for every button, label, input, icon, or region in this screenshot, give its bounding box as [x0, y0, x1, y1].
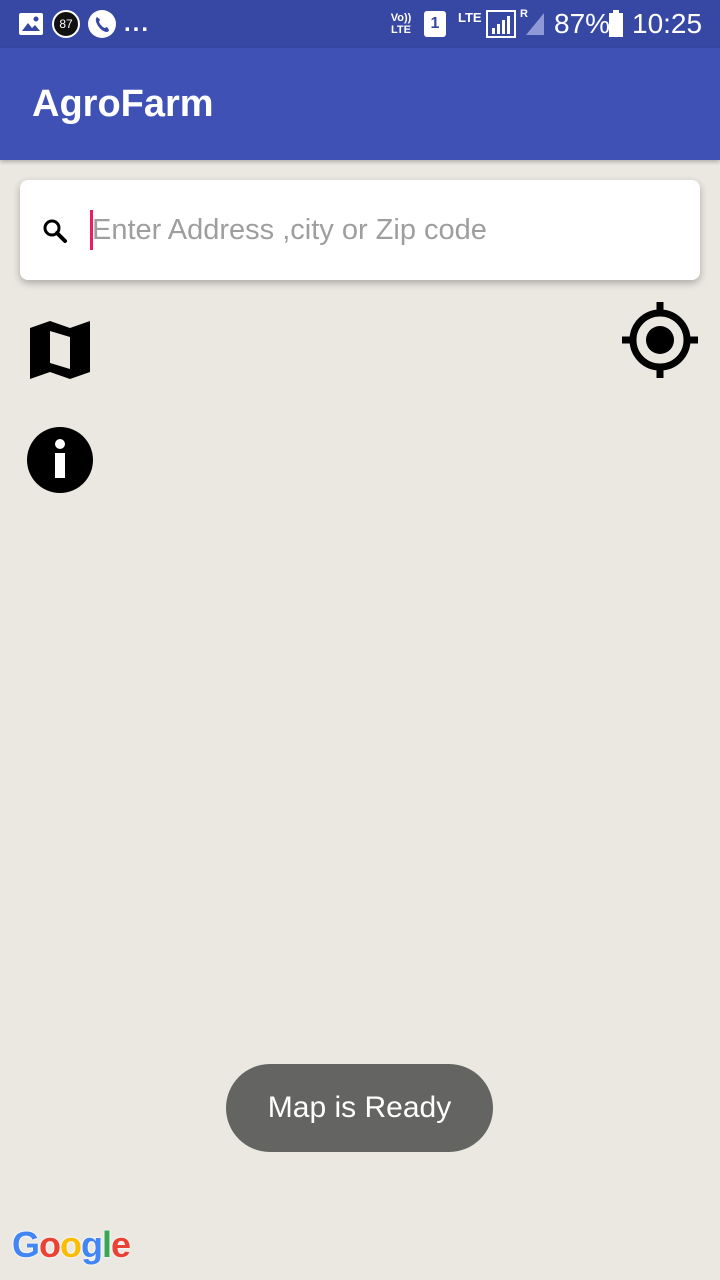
- google-letter: g: [81, 1224, 103, 1265]
- google-letter: l: [102, 1224, 112, 1265]
- google-letter: e: [111, 1224, 131, 1265]
- google-letter: o: [60, 1224, 82, 1265]
- status-bar: 87 ... Vo)) LTE 1 LTE R 87% 10:25: [0, 0, 720, 48]
- app-bar: AgroFarm: [0, 48, 720, 160]
- search-input[interactable]: [92, 206, 682, 254]
- gallery-notification-icon: [18, 0, 44, 48]
- search-bar[interactable]: [20, 180, 700, 280]
- volte-indicator: Vo)) LTE: [390, 12, 412, 36]
- toast-message: Map is Ready: [226, 1064, 493, 1152]
- notification-badge: 87: [52, 10, 80, 38]
- signal-strength-2-icon: [524, 0, 546, 48]
- more-notifications: ...: [124, 10, 151, 37]
- clock: 10:25: [632, 8, 703, 39]
- sim-slot-number: 1: [424, 11, 446, 37]
- my-location-icon[interactable]: [622, 302, 698, 378]
- google-letter: o: [39, 1224, 61, 1265]
- notification-badge-icon: 87: [52, 0, 80, 48]
- app-title: AgroFarm: [32, 83, 214, 125]
- signal-strength-icon: [486, 0, 516, 48]
- map-icon[interactable]: [28, 318, 92, 382]
- phone-icon: [88, 0, 116, 48]
- sim-slot-icon: 1: [424, 0, 446, 48]
- battery-icon: [608, 0, 624, 48]
- lte-indicator: LTE: [458, 10, 482, 25]
- google-logo: Google: [12, 1224, 131, 1266]
- search-icon: [43, 219, 67, 243]
- info-icon[interactable]: [26, 426, 94, 494]
- google-letter: G: [12, 1224, 40, 1265]
- battery-percent: 87%: [554, 8, 611, 39]
